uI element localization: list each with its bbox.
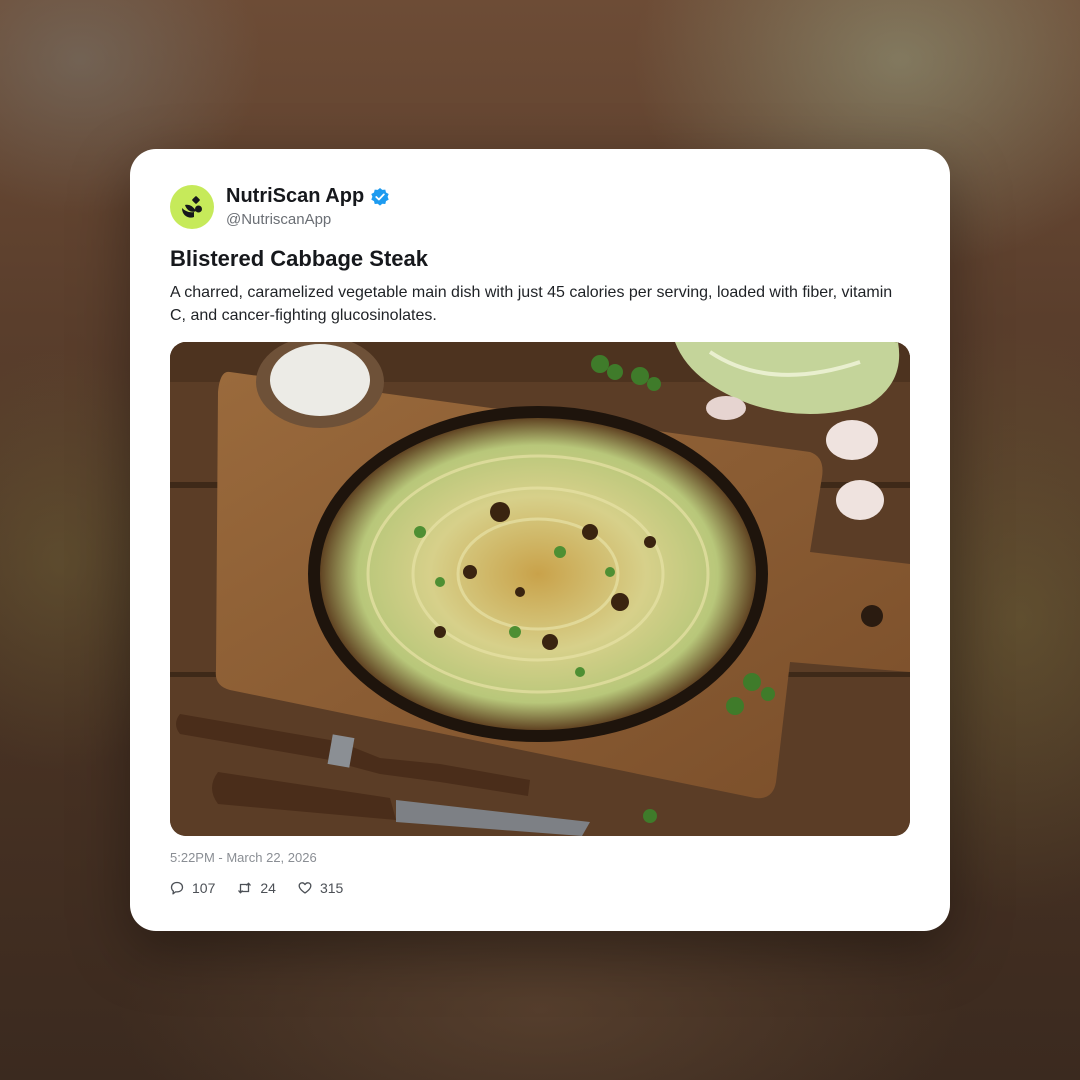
like-count: 315 bbox=[319, 880, 344, 896]
comment-icon bbox=[170, 881, 184, 895]
post-title: Blistered Cabbage Steak bbox=[170, 246, 428, 271]
heart-icon bbox=[298, 882, 312, 894]
repost-icon bbox=[238, 882, 252, 894]
repost-count: 24 bbox=[260, 880, 276, 896]
reply-count: 107 bbox=[192, 880, 216, 896]
reply-button[interactable]: 107 bbox=[170, 880, 215, 896]
like-button[interactable]: 315 bbox=[298, 880, 343, 896]
avatar[interactable] bbox=[170, 185, 214, 229]
engagement-stats: 107 24 315 bbox=[170, 880, 343, 896]
account-name-row: NutriScan App bbox=[226, 185, 390, 208]
nutriscan-logo-icon bbox=[182, 196, 202, 218]
repost-button[interactable]: 24 bbox=[237, 880, 276, 896]
post-card: NutriScan App @NutriscanApp Blistered Ca… bbox=[130, 149, 950, 931]
post-photo[interactable] bbox=[170, 342, 910, 836]
post-timestamp[interactable]: 5:22PM - March 22, 2026 bbox=[170, 850, 317, 865]
account-name[interactable]: NutriScan App bbox=[226, 185, 364, 208]
verified-badge-icon bbox=[370, 187, 390, 207]
cabbage-steak-photo bbox=[170, 342, 910, 836]
post-description: A charred, caramelized vegetable main di… bbox=[170, 284, 893, 324]
account-handle[interactable]: @NutriscanApp bbox=[226, 211, 331, 228]
